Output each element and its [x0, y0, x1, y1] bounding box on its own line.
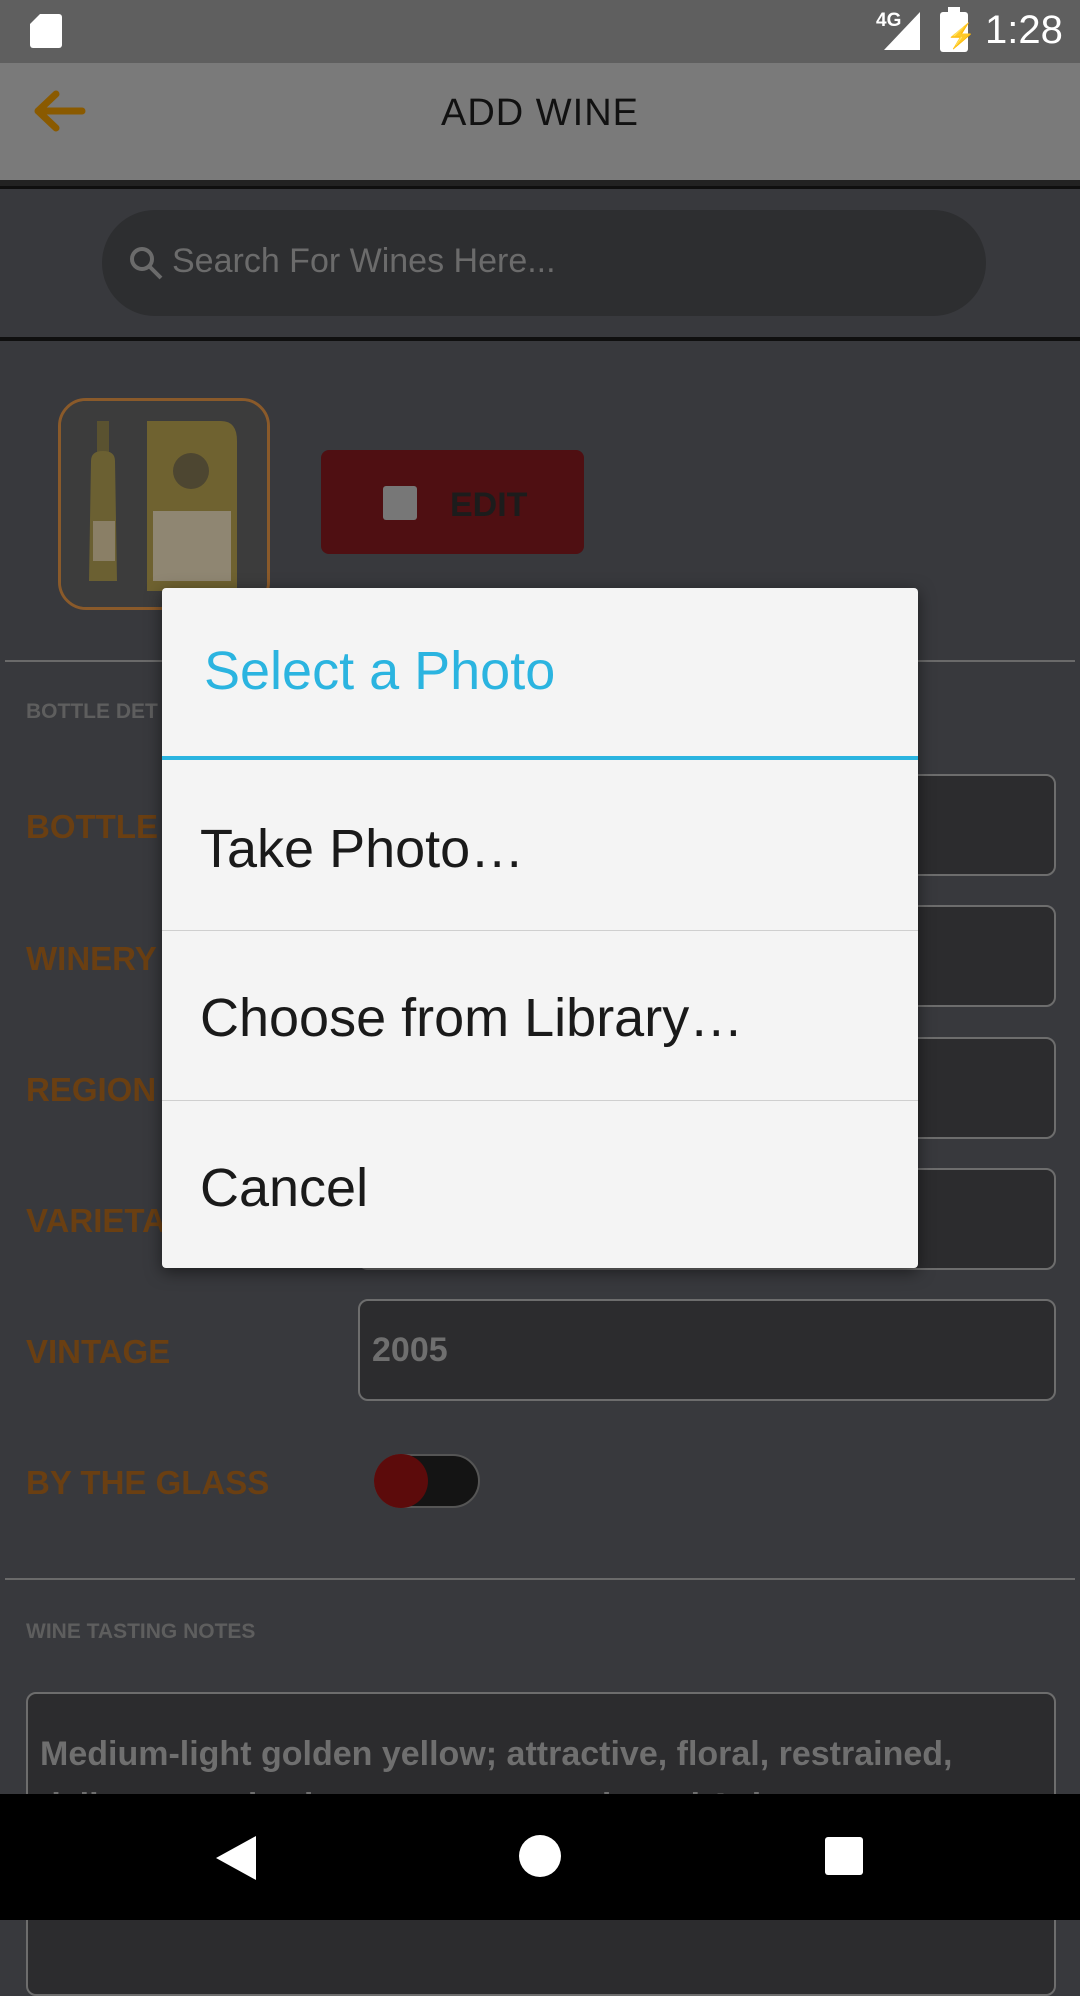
sd-card-icon	[30, 14, 62, 48]
field-label-region: REGION	[26, 1071, 157, 1108]
navigation-bar	[0, 1794, 1080, 1920]
search-icon	[130, 247, 163, 280]
section-label-bottle-details: BOTTLE DET	[26, 700, 158, 723]
back-nav-icon[interactable]	[214, 1834, 258, 1882]
divider	[0, 337, 1080, 341]
home-nav-icon[interactable]	[518, 1834, 562, 1878]
field-label-bottle: BOTTLE	[26, 808, 158, 845]
toggle-thumb[interactable]	[374, 1454, 428, 1508]
search-placeholder: Search For Wines Here...	[172, 242, 556, 280]
recents-nav-icon[interactable]	[824, 1836, 864, 1876]
vintage-field[interactable]	[358, 1299, 1056, 1401]
vintage-value: 2005	[372, 1331, 448, 1369]
option-label: Cancel	[200, 1158, 369, 1218]
divider	[5, 1578, 1075, 1580]
wine-bottles-image	[61, 401, 267, 607]
divider	[0, 186, 1080, 189]
take-photo-option[interactable]: Take Photo…	[162, 762, 918, 932]
option-label: Choose from Library…	[200, 988, 744, 1048]
dialog-title-divider	[162, 756, 918, 760]
charging-icon: ⚡	[946, 23, 976, 50]
field-label-winery: WINERY	[26, 940, 157, 977]
edit-photo-label: EDIT	[450, 486, 528, 524]
dialog-title: Select a Photo	[204, 641, 556, 701]
field-label-by-the-glass: BY THE GLASS	[26, 1464, 270, 1501]
field-label-varietal: VARIETA	[26, 1202, 166, 1239]
clock: 1:28	[985, 8, 1063, 52]
section-label-tasting-notes: WINE TASTING NOTES	[26, 1620, 256, 1643]
signal-icon	[884, 12, 920, 50]
page-title: ADD WINE	[441, 92, 639, 134]
option-label: Take Photo…	[200, 819, 525, 879]
field-label-vintage: VINTAGE	[26, 1333, 171, 1370]
cancel-option[interactable]: Cancel	[162, 1101, 918, 1271]
choose-from-library-option[interactable]: Choose from Library…	[162, 931, 918, 1101]
wine-photo[interactable]	[58, 398, 270, 610]
image-icon	[383, 486, 417, 520]
